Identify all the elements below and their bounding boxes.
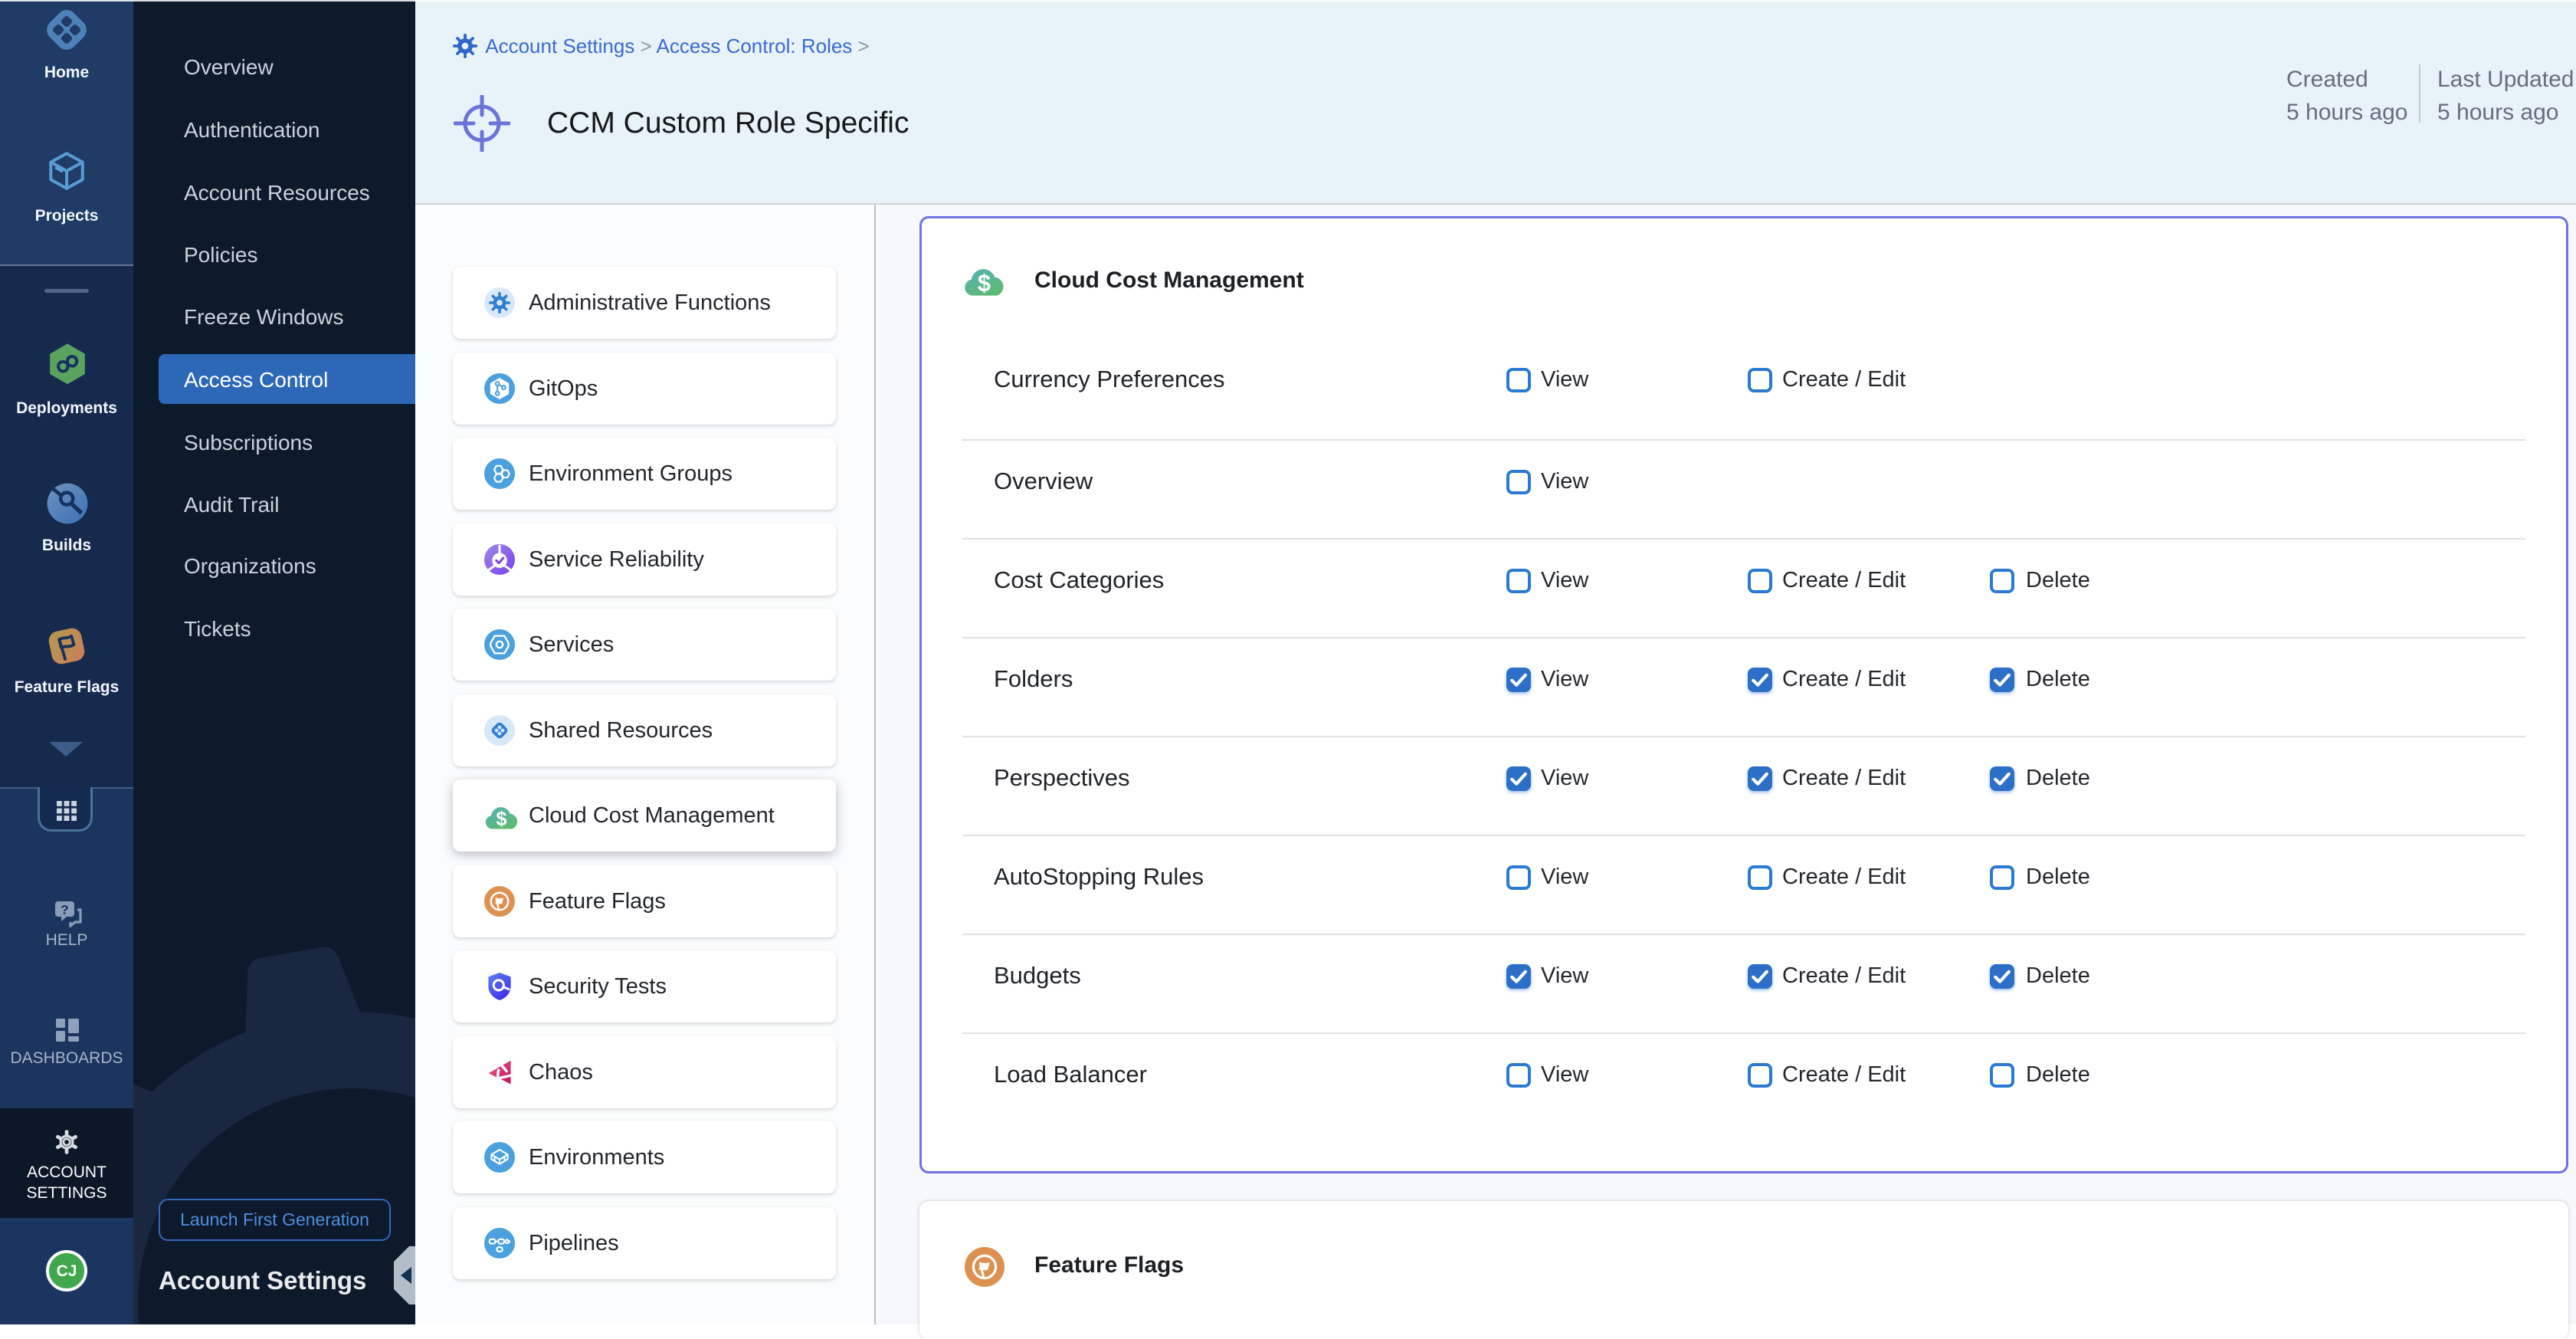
svg-text:$: $	[496, 809, 506, 830]
svg-text:$: $	[978, 270, 991, 297]
svg-text:?: ?	[61, 902, 68, 917]
